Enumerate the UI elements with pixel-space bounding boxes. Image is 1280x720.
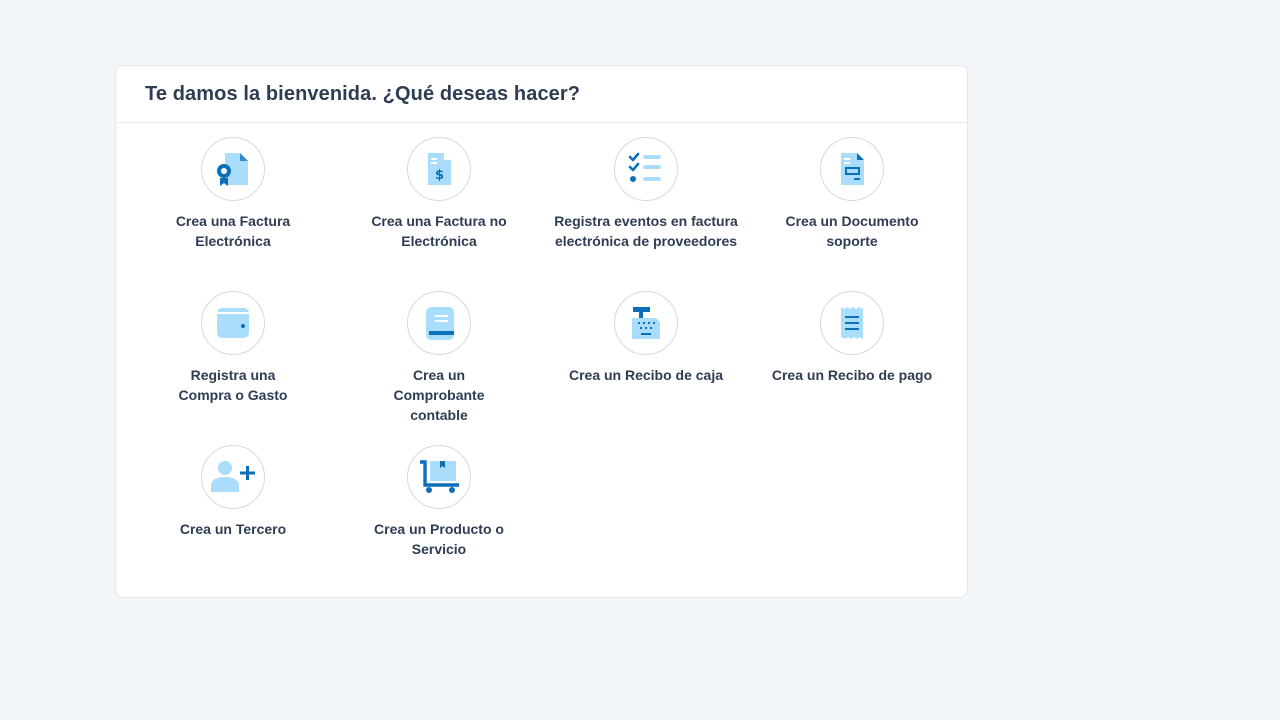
action-label: Registra una Compra o Gasto — [178, 367, 288, 403]
non-electronic-invoice-icon: $ — [428, 153, 451, 185]
action-label: Crea un Documento soporte — [785, 213, 919, 249]
action-register-supplier-events[interactable]: Registra eventos en factura electrónica … — [546, 137, 746, 251]
action-label: Crea una Factura no Electrónica — [371, 213, 507, 249]
action-label: Crea un Comprobante contable — [393, 367, 485, 423]
actions-grid: Crea una Factura Electrónica $ Crea una … — [116, 123, 967, 598]
action-support-document[interactable]: Crea un Documento soporte — [752, 137, 952, 251]
action-accounting-voucher[interactable]: Crea un Comprobante contable — [339, 291, 539, 425]
action-label: Crea un Recibo de pago — [771, 367, 933, 383]
action-non-electronic-invoice[interactable]: $ Crea una Factura no Electrónica — [339, 137, 539, 251]
action-label: Crea un Tercero — [179, 521, 287, 537]
action-label: Crea un Recibo de caja — [568, 367, 724, 383]
action-cash-receipt[interactable]: Crea un Recibo de caja — [546, 291, 746, 385]
page-title: Te damos la bienvenida. ¿Qué deseas hace… — [145, 82, 581, 105]
electronic-invoice-icon — [217, 153, 248, 186]
payment-receipt-icon — [841, 307, 863, 339]
action-label: Registra eventos en factura electrónica … — [554, 213, 738, 249]
action-create-third-party[interactable]: Crea un Tercero — [133, 445, 333, 539]
product-cart-icon — [420, 460, 459, 493]
svg-text:$: $ — [435, 168, 444, 183]
action-electronic-invoice[interactable]: Crea una Factura Electrónica — [133, 137, 333, 251]
action-create-product[interactable]: Crea un Producto o Servicio — [339, 445, 539, 559]
add-person-icon — [211, 461, 255, 492]
card-header: Te damos la bienvenida. ¿Qué deseas hace… — [116, 66, 967, 123]
accounting-voucher-icon — [426, 307, 454, 340]
support-document-icon — [841, 153, 864, 185]
action-payment-receipt[interactable]: Crea un Recibo de pago — [752, 291, 952, 385]
cash-register-icon — [632, 307, 660, 339]
wallet-icon — [217, 308, 249, 338]
action-label: Crea un Producto o Servicio — [374, 521, 504, 557]
checklist-icon — [628, 152, 661, 182]
action-register-purchase[interactable]: Registra una Compra o Gasto — [133, 291, 333, 405]
action-label: Crea una Factura Electrónica — [175, 213, 291, 249]
welcome-card: Te damos la bienvenida. ¿Qué deseas hace… — [115, 65, 968, 598]
